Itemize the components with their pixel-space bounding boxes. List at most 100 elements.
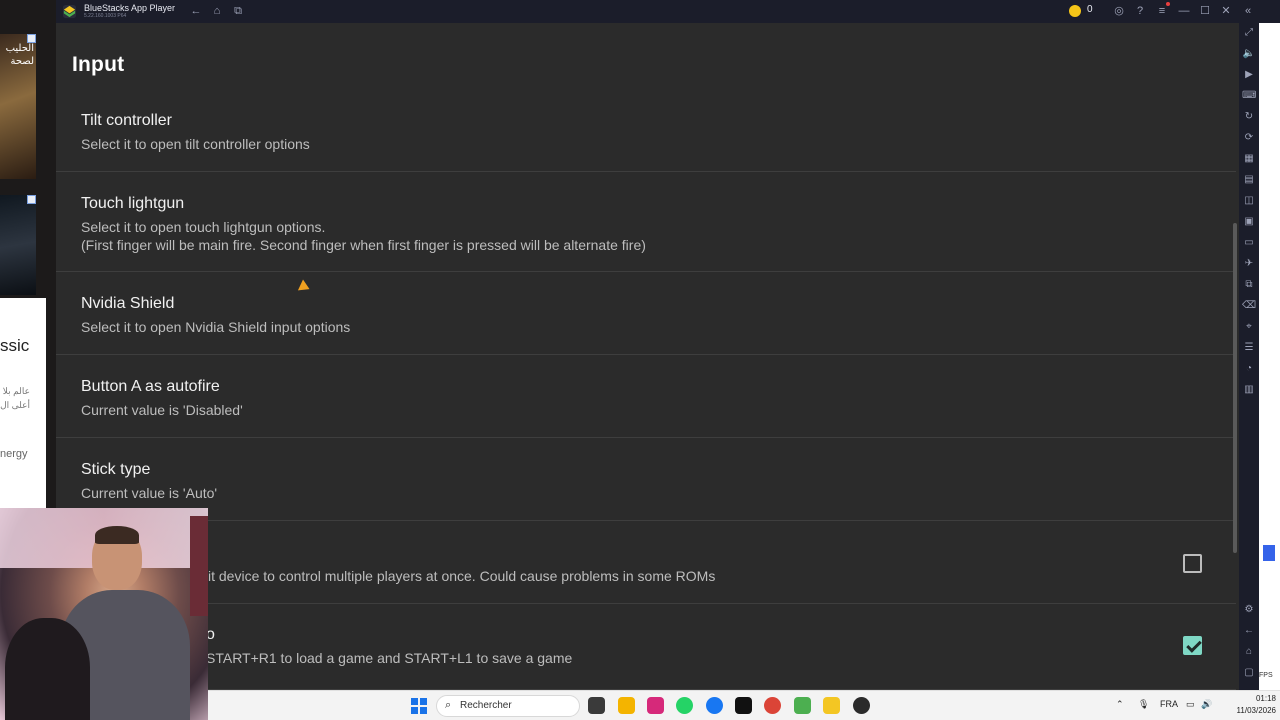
- save-load-combo-checkbox[interactable]: [1183, 636, 1202, 655]
- collapse-sidebar-icon[interactable]: «: [1241, 4, 1255, 18]
- maximize-icon[interactable]: ☐: [1198, 4, 1212, 18]
- sync-icon[interactable]: ⟳: [1242, 131, 1256, 145]
- location-icon[interactable]: ⌖: [1242, 320, 1256, 334]
- window-version: 5.22.160.1003 P64: [84, 13, 127, 19]
- ad-text: الحليب لصحة: [5, 43, 34, 67]
- pref-summary: START+R1 to load a game and START+L1 to …: [206, 650, 573, 666]
- pref-summary: Current value is 'Disabled': [81, 402, 243, 418]
- split-icon[interactable]: ▥: [1242, 383, 1256, 397]
- pref-stick-type[interactable]: Stick type Current value is 'Auto': [56, 438, 1236, 521]
- android-home-icon[interactable]: ⌂: [1242, 645, 1256, 659]
- window-title: BlueStacks App Player: [84, 3, 176, 13]
- pref-button-a-autofire[interactable]: Button A as autofire Current value is 'D…: [56, 355, 1236, 438]
- eco-mode-icon[interactable]: ◔: [1242, 362, 1256, 376]
- article-text: عالم بلا: [2, 386, 30, 396]
- pref-summary: Select it to open tilt controller option…: [81, 136, 310, 152]
- pref-title: Button A as autofire: [81, 378, 220, 395]
- ad-thumbnail[interactable]: [0, 195, 36, 295]
- pref-tilt-controller[interactable]: Tilt controller Select it to open tilt c…: [56, 98, 1236, 172]
- facebook-icon[interactable]: [706, 697, 723, 714]
- sidebar-highlight: [1263, 545, 1275, 561]
- clock-time[interactable]: 01:18: [1236, 694, 1276, 703]
- secondary-sidebar: [1259, 23, 1280, 690]
- pref-touch-lightgun[interactable]: Touch lightgun Select it to open touch l…: [56, 172, 1236, 272]
- menu-icon[interactable]: ≡: [1155, 4, 1169, 18]
- pref-multiplayer-device[interactable]: it device to control multiple players at…: [56, 521, 1236, 604]
- keyboard-controls-icon[interactable]: ⌨: [1242, 89, 1256, 103]
- article-text: nergy: [0, 448, 28, 460]
- windows-taskbar: ⌕ Rechercher ⌃ 🎙 FRA ▭ 🔊 01:18 11/03/202…: [208, 690, 1280, 720]
- webcam-second-person: [5, 618, 90, 720]
- android-back-icon[interactable]: ←: [1242, 624, 1256, 638]
- file-explorer-icon[interactable]: [618, 697, 635, 714]
- article-text: أعلى ال: [0, 400, 30, 410]
- bluestacks-title-bar: BlueStacks App Player 5.22.160.1003 P64 …: [56, 0, 1280, 23]
- page-title: Input: [72, 53, 125, 76]
- input-settings-screen: Input Tilt controller Select it to open …: [56, 23, 1239, 690]
- fps-label: FPS: [1259, 672, 1273, 679]
- coin-icon[interactable]: [1069, 5, 1081, 17]
- volume-tray-icon[interactable]: 🔊: [1201, 699, 1212, 710]
- pref-summary: Select it to open touch lightgun options…: [81, 219, 326, 235]
- android-recents-icon[interactable]: ▢: [1242, 666, 1256, 680]
- taskbar-search[interactable]: ⌕ Rechercher: [436, 695, 580, 717]
- close-icon[interactable]: ✕: [1219, 4, 1233, 18]
- task-view-icon[interactable]: [588, 697, 605, 714]
- pref-summary: it device to control multiple players at…: [208, 568, 716, 584]
- webcam-overlay: [0, 508, 208, 720]
- background-article-panel: ssic عالم بلا أعلى ال nergy: [0, 298, 46, 508]
- network-icon[interactable]: ▭: [1186, 699, 1195, 710]
- rotate-icon[interactable]: ↻: [1242, 110, 1256, 124]
- multiplayer-checkbox[interactable]: [1183, 554, 1202, 573]
- airplane-icon[interactable]: ✈: [1242, 257, 1256, 271]
- account-icon[interactable]: ◎: [1112, 4, 1126, 18]
- pref-save-load-combo[interactable]: o START+R1 to load a game and START+L1 t…: [56, 604, 1236, 690]
- record-icon[interactable]: ▣: [1242, 215, 1256, 229]
- bluestacks-sidebar: ⤢ 🔈 ▶ ⌨ ↻ ⟳ ▦ ▤ ◫ ▣ ▭ ✈ ⧉ ⌫ ⌖ ☰ ◔ ▥ ⚙ ← …: [1239, 23, 1259, 690]
- clock-date[interactable]: 11/03/2026: [1226, 706, 1276, 715]
- article-heading: ssic: [0, 336, 30, 355]
- language-indicator[interactable]: FRA: [1160, 699, 1178, 709]
- webcam-person-hair: [95, 526, 139, 544]
- pref-summary: Select it to open Nvidia Shield input op…: [81, 319, 351, 335]
- home-icon[interactable]: ⌂: [210, 4, 224, 18]
- screenshot-icon[interactable]: ◫: [1242, 194, 1256, 208]
- macro-icon[interactable]: ▤: [1242, 173, 1256, 187]
- folder-icon[interactable]: ▭: [1242, 236, 1256, 250]
- tiktok-icon[interactable]: [735, 697, 752, 714]
- whatsapp-icon[interactable]: [676, 697, 693, 714]
- fullscreen-icon[interactable]: ⤢: [1242, 26, 1256, 40]
- notepad-icon[interactable]: [794, 697, 811, 714]
- multi-instance-icon[interactable]: ⧉: [231, 4, 245, 18]
- app-icon[interactable]: [853, 697, 870, 714]
- layers-icon[interactable]: ☰: [1242, 341, 1256, 355]
- back-icon[interactable]: ←: [189, 4, 203, 18]
- pref-nvidia-shield[interactable]: Nvidia Shield Select it to open Nvidia S…: [56, 272, 1236, 355]
- ad-info-icon[interactable]: [27, 195, 36, 204]
- tray-overflow-icon[interactable]: ⌃: [1116, 699, 1124, 710]
- webcam-poster: [190, 516, 208, 616]
- help-icon[interactable]: ?: [1133, 4, 1147, 18]
- chrome-icon[interactable]: [764, 697, 781, 714]
- scrollbar[interactable]: [1233, 223, 1237, 553]
- search-icon: ⌕: [445, 699, 452, 711]
- pref-summary-line2: (First finger will be main fire. Second …: [81, 237, 646, 253]
- bluestacks-taskbar-icon[interactable]: [823, 697, 840, 714]
- volume-icon[interactable]: 🔈: [1242, 47, 1256, 61]
- bluestacks-logo-icon: [62, 4, 77, 19]
- eraser-icon[interactable]: ⌫: [1242, 299, 1256, 313]
- notification-dot: [1166, 2, 1170, 6]
- windows-start-icon[interactable]: [411, 698, 427, 714]
- microphone-icon[interactable]: 🎙: [1138, 699, 1149, 710]
- performance-icon[interactable]: ▦: [1242, 152, 1256, 166]
- settings-icon[interactable]: ⚙: [1242, 603, 1256, 617]
- pref-summary: Current value is 'Auto': [81, 485, 218, 501]
- minimize-icon[interactable]: —: [1177, 4, 1191, 18]
- instagram-icon[interactable]: [647, 697, 664, 714]
- pref-title: Touch lightgun: [81, 195, 185, 212]
- copy-icon[interactable]: ⧉: [1242, 278, 1256, 292]
- pref-title: Nvidia Shield: [81, 295, 175, 312]
- pref-title: Tilt controller: [81, 112, 172, 129]
- pref-title: Stick type: [81, 461, 151, 478]
- media-icon[interactable]: ▶: [1242, 68, 1256, 82]
